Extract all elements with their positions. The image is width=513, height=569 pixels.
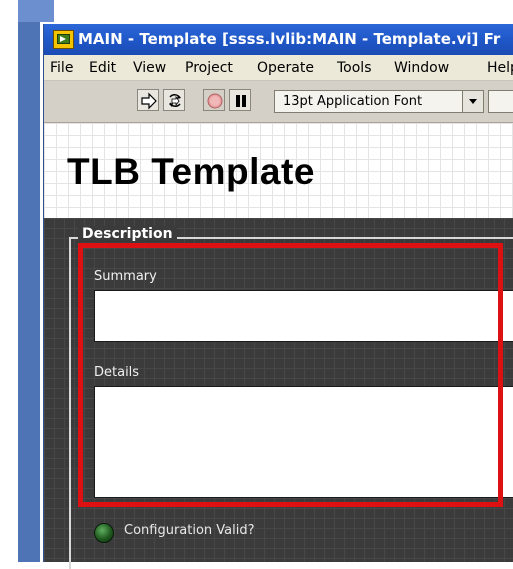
run-continuously-button[interactable] [163, 89, 185, 111]
front-panel-grid: TLB Template [44, 123, 513, 218]
menu-bar: File Edit View Project Operate Tools Win… [44, 55, 513, 81]
pause-button[interactable] [229, 89, 251, 111]
abort-execution-icon [207, 93, 223, 109]
menu-view[interactable]: View [133, 60, 166, 76]
font-selector-value: 13pt Application Font [283, 94, 423, 109]
run-arrow-icon [141, 92, 157, 110]
config-valid-led[interactable] [94, 523, 114, 543]
labview-vi-icon[interactable] [53, 30, 74, 49]
title-bar[interactable]: MAIN - Template [ssss.lvlib:MAIN - Templ… [44, 24, 513, 55]
menu-help[interactable]: Help [487, 60, 513, 76]
window-title: MAIN - Template [ssss.lvlib:MAIN - Templ… [78, 30, 501, 48]
align-selector[interactable] [488, 90, 513, 113]
chevron-down-icon[interactable] [462, 91, 483, 112]
desktop-corner [18, 0, 54, 22]
description-label: Description [78, 226, 177, 242]
menu-file[interactable]: File [50, 60, 73, 76]
background-top [18, 0, 513, 20]
font-selector[interactable]: 13pt Application Font [274, 90, 484, 113]
run-continuously-icon [169, 94, 181, 107]
pause-icon [236, 95, 246, 107]
red-highlight-box [78, 243, 503, 507]
menu-project[interactable]: Project [185, 60, 233, 76]
toolbar: 13pt Application Font [44, 81, 513, 123]
run-button[interactable] [137, 89, 159, 111]
menu-window[interactable]: Window [394, 60, 449, 76]
menu-operate[interactable]: Operate [257, 60, 314, 76]
desktop-strip [18, 0, 40, 562]
page-title: TLB Template [67, 151, 315, 192]
screenshot: MAIN - Template [ssss.lvlib:MAIN - Templ… [0, 0, 513, 569]
abort-button[interactable] [203, 89, 225, 111]
config-valid-label: Configuration Valid? [124, 523, 255, 538]
menu-edit[interactable]: Edit [89, 60, 116, 76]
menu-tools[interactable]: Tools [337, 60, 372, 76]
